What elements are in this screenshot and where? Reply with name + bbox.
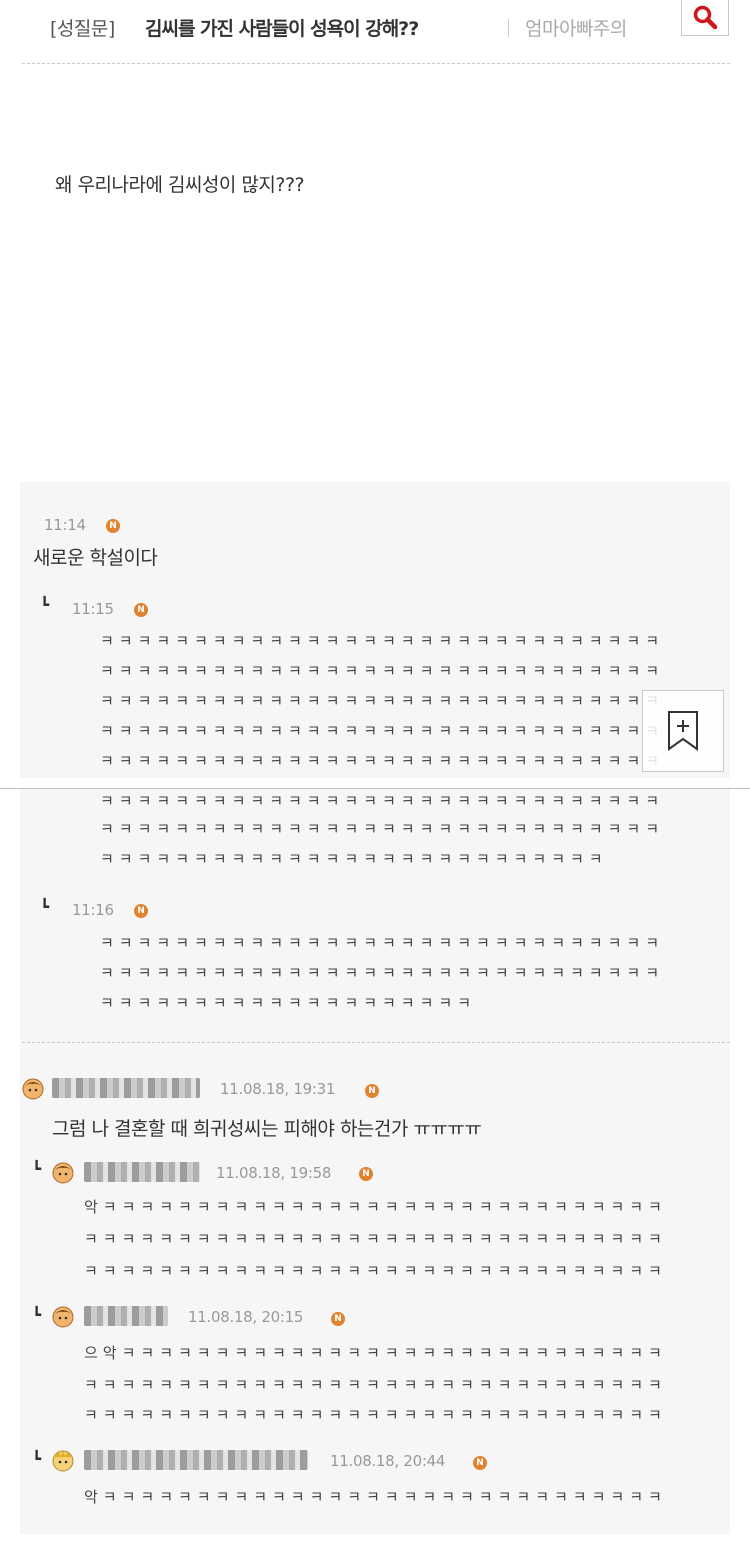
reply-line: ㅋㅋㅋㅋㅋㅋㅋㅋㅋㅋㅋㅋㅋㅋㅋㅋㅋㅋㅋㅋ	[100, 994, 477, 1012]
post-header: [성질문] 김씨를 가진 사람들이 성욕이 강해?? 엄마아빠주의	[0, 0, 750, 60]
reply-line: ㅋㅋㅋㅋㅋㅋㅋㅋㅋㅋㅋㅋㅋㅋㅋㅋㅋㅋㅋㅋㅋㅋㅋㅋㅋㅋㅋㅋㅋㅋ	[100, 792, 665, 810]
comment-text: 그럼 나 결혼할 때 희귀성씨는 피해야 하는건가 ㅠㅠㅠㅠ	[52, 1118, 482, 1140]
author-nickname-blurred[interactable]	[84, 1306, 168, 1326]
reply-line: ㅋㅋㅋㅋㅋㅋㅋㅋㅋㅋㅋㅋㅋㅋㅋㅋㅋㅋㅋㅋㅋㅋㅋㅋㅋㅋㅋ	[100, 850, 608, 868]
reply-time: 11.08.18, 20:44	[330, 1452, 446, 1470]
reply-arrow-icon: ┗	[40, 596, 50, 614]
reply-line: ㅋㅋㅋㅋㅋㅋㅋㅋㅋㅋㅋㅋㅋㅋㅋㅋㅋㅋㅋㅋㅋㅋㅋㅋㅋㅋㅋㅋㅋㅋ	[100, 964, 665, 982]
new-badge-icon: N	[106, 519, 120, 533]
reply-time: 11:15	[72, 600, 114, 618]
board-name-link[interactable]: 엄마아빠주의	[525, 14, 627, 41]
reply-line: ㅋㅋㅋㅋㅋㅋㅋㅋㅋㅋㅋㅋㅋㅋㅋㅋㅋㅋㅋㅋㅋㅋㅋㅋㅋㅋㅋㅋㅋㅋ	[100, 632, 665, 650]
new-badge-icon: N	[365, 1084, 379, 1098]
header-divider	[22, 63, 730, 64]
comment-text: 새로운 학설이다	[33, 547, 158, 569]
reply-line: ㅋㅋㅋㅋㅋㅋㅋㅋㅋㅋㅋㅋㅋㅋㅋㅋㅋㅋㅋㅋㅋㅋㅋㅋㅋㅋㅋㅋㅋㅋ	[100, 820, 665, 838]
reply-line: ㅋㅋㅋㅋㅋㅋㅋㅋㅋㅋㅋㅋㅋㅋㅋㅋㅋㅋㅋㅋㅋㅋㅋㅋㅋㅋㅋㅋㅋㅋ	[100, 662, 665, 680]
reply-line: ㅋㅋㅋㅋㅋㅋㅋㅋㅋㅋㅋㅋㅋㅋㅋㅋㅋㅋㅋㅋㅋㅋㅋㅋㅋㅋㅋㅋㅋㅋㅋ	[84, 1406, 667, 1424]
new-badge-icon: N	[134, 904, 148, 918]
comment-time: 11:14	[44, 516, 86, 534]
search-icon	[693, 5, 718, 30]
reply-line: ㅋㅋㅋㅋㅋㅋㅋㅋㅋㅋㅋㅋㅋㅋㅋㅋㅋㅋㅋㅋㅋㅋㅋㅋㅋㅋㅋㅋㅋㅋㅋ	[84, 1230, 667, 1248]
header-separator	[508, 19, 509, 37]
new-badge-icon: N	[473, 1456, 487, 1470]
search-button[interactable]	[681, 0, 729, 36]
reply-line: 악ㅋㅋㅋㅋㅋㅋㅋㅋㅋㅋㅋㅋㅋㅋㅋㅋㅋㅋㅋㅋㅋㅋㅋㅋㅋㅋㅋㅋㅋㅋ	[84, 1488, 667, 1506]
reply-line: ㅋㅋㅋㅋㅋㅋㅋㅋㅋㅋㅋㅋㅋㅋㅋㅋㅋㅋㅋㅋㅋㅋㅋㅋㅋㅋㅋㅋㅋㅋㅋ	[84, 1376, 667, 1394]
reply-line: ㅋㅋㅋㅋㅋㅋㅋㅋㅋㅋㅋㅋㅋㅋㅋㅋㅋㅋㅋㅋㅋㅋㅋㅋㅋㅋㅋㅋㅋㅋㅋ	[84, 1262, 667, 1280]
reply-arrow-icon: ┗	[32, 1160, 42, 1178]
post-title: 김씨를 가진 사람들이 성욕이 강해??	[145, 18, 419, 40]
reply-time: 11.08.18, 20:15	[188, 1308, 304, 1326]
author-nickname-blurred[interactable]	[84, 1450, 308, 1470]
new-badge-icon: N	[331, 1312, 345, 1326]
reply-line: 으악ㅋㅋㅋㅋㅋㅋㅋㅋㅋㅋㅋㅋㅋㅋㅋㅋㅋㅋㅋㅋㅋㅋㅋㅋㅋㅋㅋㅋㅋ	[84, 1344, 667, 1362]
author-nickname-blurred[interactable]	[84, 1162, 200, 1182]
reply-line: ㅋㅋㅋㅋㅋㅋㅋㅋㅋㅋㅋㅋㅋㅋㅋㅋㅋㅋㅋㅋㅋㅋㅋㅋㅋㅋㅋㅋㅋㅋ	[100, 722, 665, 740]
bookmark-add-icon	[668, 711, 698, 751]
new-badge-icon: N	[359, 1167, 373, 1181]
reply-arrow-icon: ┗	[40, 898, 50, 916]
new-badge-icon: N	[134, 603, 148, 617]
user-avatar-icon	[52, 1450, 74, 1472]
reply-arrow-icon: ┗	[32, 1306, 42, 1324]
reply-line: ㅋㅋㅋㅋㅋㅋㅋㅋㅋㅋㅋㅋㅋㅋㅋㅋㅋㅋㅋㅋㅋㅋㅋㅋㅋㅋㅋㅋㅋㅋ	[100, 934, 665, 952]
reply-time: 11.08.18, 19:58	[216, 1164, 332, 1182]
bookmark-add-button[interactable]	[642, 690, 724, 772]
reply-arrow-icon: ┗	[32, 1450, 42, 1468]
author-nickname-blurred[interactable]	[52, 1078, 200, 1098]
user-avatar-icon	[52, 1306, 74, 1328]
user-avatar-icon	[52, 1162, 74, 1184]
reply-line: ㅋㅋㅋㅋㅋㅋㅋㅋㅋㅋㅋㅋㅋㅋㅋㅋㅋㅋㅋㅋㅋㅋㅋㅋㅋㅋㅋㅋㅋㅋ	[100, 692, 665, 710]
user-avatar-icon	[22, 1078, 44, 1100]
reply-time: 11:16	[72, 901, 114, 919]
reply-line: 악ㅋㅋㅋㅋㅋㅋㅋㅋㅋㅋㅋㅋㅋㅋㅋㅋㅋㅋㅋㅋㅋㅋㅋㅋㅋㅋㅋㅋㅋㅋ	[84, 1198, 667, 1216]
comment-time: 11.08.18, 19:31	[220, 1080, 336, 1098]
post-body: 왜 우리나라에 김씨성이 많지???	[55, 174, 305, 196]
comment-divider	[22, 1042, 730, 1043]
reply-line: ㅋㅋㅋㅋㅋㅋㅋㅋㅋㅋㅋㅋㅋㅋㅋㅋㅋㅋㅋㅋㅋㅋㅋㅋㅋㅋㅋㅋㅋㅋ	[100, 752, 665, 770]
screenshot-gap	[0, 778, 750, 788]
board-tag[interactable]: [성질문]	[50, 14, 115, 41]
